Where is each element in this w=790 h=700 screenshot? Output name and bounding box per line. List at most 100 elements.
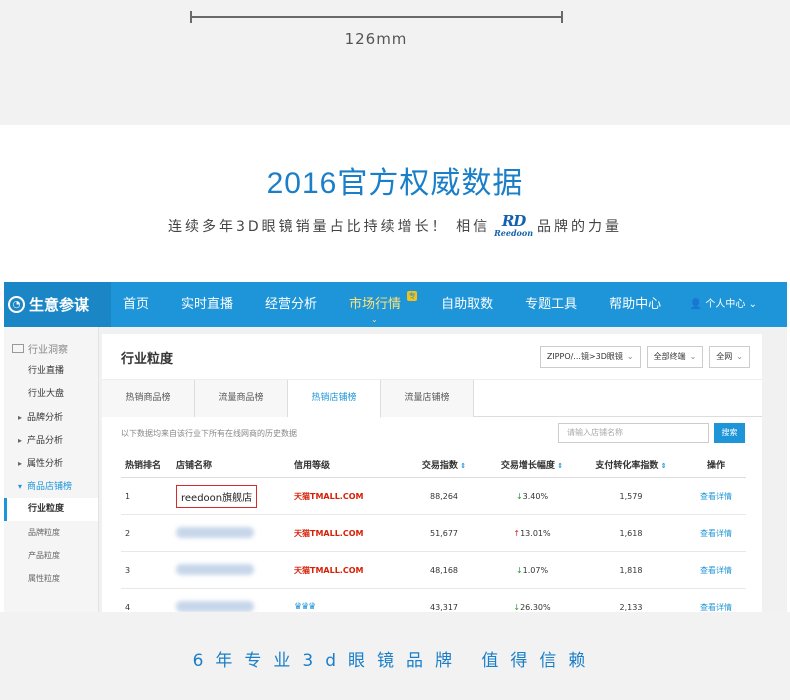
arrow-down-icon: ↓ [515, 565, 523, 575]
growth-value: 13.01% [520, 528, 551, 538]
brand[interactable]: ◔ 生意参谋 [4, 282, 111, 327]
tab-item[interactable]: 流量店铺榜 [381, 380, 474, 417]
filter-dropdown[interactable]: 全网 ⌄ [709, 346, 750, 368]
credit-cell: ♛♛♛ [290, 602, 400, 612]
filter-dropdown[interactable]: ZIPPO/...镜>3D眼镜 ⌄ [539, 346, 641, 368]
subline-text-after: 品牌的力量 [537, 219, 623, 235]
data-note: 以下数据均来自该行业下所有在线网商的历史数据 [121, 429, 297, 438]
sidebar-item[interactable]: 品牌分析 [4, 406, 98, 429]
nav-item-label: 自助取数 [441, 297, 494, 312]
store-name-cell: reedoon旗舰店 [176, 484, 290, 508]
rank-cell: 2 [125, 528, 131, 538]
sort-icon[interactable]: ⇕ [658, 462, 667, 470]
user-menu[interactable]: 👤 个人中心 ⌄ [690, 282, 757, 327]
sort-icon[interactable]: ⇕ [555, 462, 563, 470]
table-header: 热销排名 店铺名称 信用等级 交易指数 ⇕ 交易增长幅度 ⇕ 支付转化率指数 ⇕ 操作 [121, 452, 746, 478]
column-header-label: 交易指数 [421, 461, 458, 471]
growth-value: 26.30% [520, 602, 551, 612]
conversion-index-cell: 1,818 [619, 565, 643, 575]
tab-bar: 热销商品榜 流量商品榜 热销店铺榜 流量店铺榜 [102, 379, 762, 418]
nav-item[interactable]: 自助取数 [421, 282, 505, 327]
compass-icon: ◔ [8, 296, 25, 313]
slogan-band: 6年专业3d眼镜品牌 值得信赖 [0, 612, 790, 700]
filter-label: 全部终端 [653, 352, 686, 361]
search-button[interactable]: 搜索 [714, 423, 745, 443]
filter-dropdown[interactable]: 全部终端 ⌄ [646, 346, 704, 368]
nav-item[interactable]: 经营分析 [245, 282, 329, 327]
credit-cell: 天猫TMALL.COM [290, 491, 400, 502]
sidebar-item[interactable]: 行业粒度 [4, 498, 98, 521]
view-details-link[interactable]: 查看详情 [686, 602, 746, 613]
sidebar-item[interactable]: 产品分析 [4, 429, 98, 452]
nav-item[interactable]: 首页 [111, 282, 161, 327]
tab-item[interactable]: 热销商品榜 [102, 380, 195, 417]
filter-bar: ZIPPO/...镜>3D眼镜 ⌄ 全部终端 ⌄ 全网 ⌄ [534, 346, 750, 368]
conversion-index-cell: 1,618 [619, 528, 643, 538]
sidebar-item[interactable]: 行业直播 [4, 360, 98, 383]
nav-item[interactable]: 市场行情专 ⌄ [329, 282, 421, 327]
trade-index-cell: 51,677 [430, 528, 458, 538]
store-ranking-table: 热销排名 店铺名称 信用等级 交易指数 ⇕ 交易增长幅度 ⇕ 支付转化率指数 ⇕ 操作 1r… [121, 452, 746, 612]
nav-item[interactable]: 实时直播 [161, 282, 245, 327]
blurred-store-name [176, 600, 254, 612]
column-header-label: 交易增长幅度 [500, 461, 555, 471]
trade-index-cell: 88,264 [430, 491, 458, 501]
sidebar-section: 行业洞察 [4, 327, 98, 360]
logo-word: Reedoon [494, 228, 534, 238]
sidebar-item[interactable]: 商品店铺榜 [4, 475, 98, 498]
trade-index-cell: 48,168 [430, 565, 458, 575]
view-details-link[interactable]: 查看详情 [686, 565, 746, 576]
column-header: 操作 [686, 458, 746, 471]
nav-item[interactable]: 专题工具 [505, 282, 589, 327]
sidebar-item[interactable]: 行业大盘 [4, 383, 98, 406]
table-row: 2 天猫TMALL.COM 51,677 ↑13.01% 1,618 查看详情 [121, 515, 746, 552]
view-details-link[interactable]: 查看详情 [686, 528, 746, 539]
sidebar-item[interactable]: 品牌粒度 [4, 521, 98, 544]
blurred-store-name [176, 563, 254, 575]
nav-item-label: 市场行情 [349, 297, 402, 312]
monitor-icon [12, 344, 24, 353]
column-header[interactable]: 交易指数 ⇕ [400, 458, 488, 471]
slogan: 6年专业3d眼镜品牌 值得信赖 [192, 651, 598, 671]
nav-item-label: 实时直播 [181, 297, 234, 312]
column-header: 店铺名称 [176, 458, 290, 471]
tmall-logo: 天猫TMALL.COM [294, 565, 364, 575]
chevron-down-icon: ⌄ [748, 299, 757, 310]
column-header: 热销排名 [121, 458, 176, 471]
growth-value: 1.07% [522, 565, 549, 575]
column-header-label: 操作 [706, 461, 725, 471]
column-header[interactable]: 交易增长幅度 ⇕ [488, 458, 576, 471]
user-menu-label: 个人中心 [705, 299, 746, 310]
table-body: 1 reedoon旗舰店 天猫TMALL.COM 88,264 ↓3.40% 1,579 查… [121, 478, 746, 612]
table-row: 4 ♛♛♛ 43,317 ↓26.30% 2,133 查看详情 [121, 589, 746, 612]
column-header: 信用等级 [290, 458, 400, 471]
sidebar-item[interactable]: 产品粒度 [4, 544, 98, 567]
conversion-index-cell: 2,133 [619, 602, 643, 612]
column-header[interactable]: 支付转化率指数 ⇕ [576, 458, 686, 471]
chevron-down-icon: ⌄ [371, 315, 378, 324]
view-details-link[interactable]: 查看详情 [686, 491, 746, 502]
blurred-store-name [176, 526, 254, 538]
credit-cell: 天猫TMALL.COM [290, 528, 400, 539]
growth-cell: ↓3.40% [488, 492, 576, 501]
nav-item-label: 首页 [123, 297, 150, 312]
tmall-logo: 天猫TMALL.COM [294, 491, 364, 501]
tab-item[interactable]: 热销店铺榜 [288, 380, 381, 418]
store-name-highlighted[interactable]: reedoon旗舰店 [176, 484, 258, 508]
tmall-logo: 天猫TMALL.COM [294, 528, 364, 538]
filter-label: ZIPPO/...镜>3D眼镜 [546, 352, 623, 361]
tab-item[interactable]: 流量商品榜 [195, 380, 288, 417]
nav-item-label: 专题工具 [525, 297, 578, 312]
nav-item[interactable]: 帮助中心 [589, 282, 673, 327]
sidebar-item[interactable]: 属性分析 [4, 452, 98, 475]
chevron-down-icon: ⌄ [626, 352, 634, 361]
sidebar-item[interactable]: 属性粒度 [4, 567, 98, 590]
table-row: 1 reedoon旗舰店 天猫TMALL.COM 88,264 ↓3.40% 1,579 查… [121, 478, 746, 515]
sort-icon[interactable]: ⇕ [458, 462, 466, 470]
growth-cell: ↓26.30% [488, 603, 576, 612]
hot-badge: 专 [407, 291, 418, 301]
store-search-input[interactable]: 请输入店铺名称 [558, 423, 709, 443]
column-header-label: 信用等级 [294, 461, 331, 471]
nav-item-label: 帮助中心 [609, 297, 662, 312]
table-row: 3 天猫TMALL.COM 48,168 ↓1.07% 1,818 查看详情 [121, 552, 746, 589]
